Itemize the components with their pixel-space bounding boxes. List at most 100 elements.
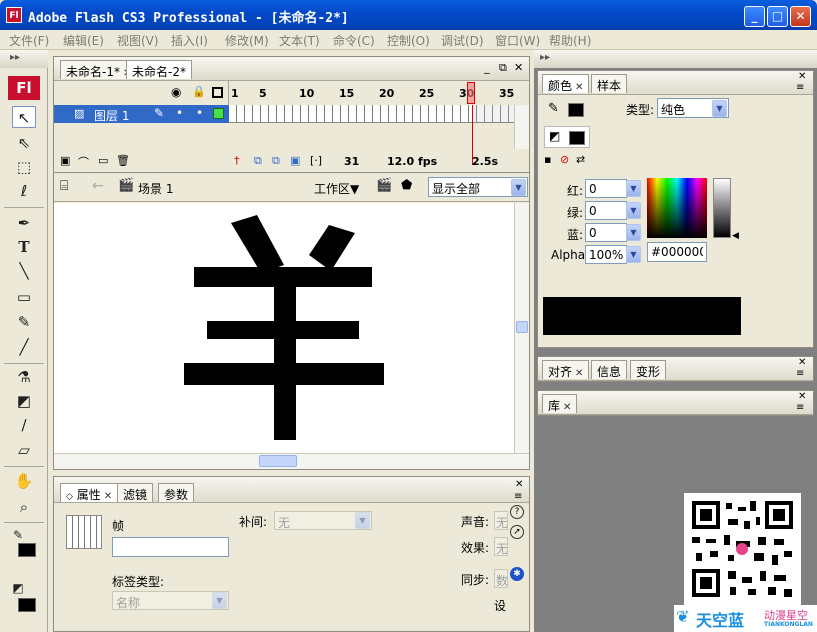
- frame-track[interactable]: [229, 105, 514, 165]
- label-type-select[interactable]: 名称 ▼: [112, 591, 229, 610]
- brush-tool-icon[interactable]: ╱: [12, 336, 36, 358]
- panel-menu-icon[interactable]: ≡: [796, 368, 804, 379]
- stroke-pencil-icon[interactable]: ✎: [548, 101, 559, 116]
- stroke-color-swatch[interactable]: [18, 543, 36, 557]
- menu-control[interactable]: 控制(O): [387, 32, 430, 49]
- green-input[interactable]: [585, 201, 627, 220]
- accessibility-icon[interactable]: ➚: [510, 525, 524, 539]
- dropdown-arrow-icon[interactable]: ▼: [511, 179, 526, 196]
- selection-tool-icon[interactable]: ↖: [12, 106, 36, 128]
- settings-label[interactable]: 设: [494, 597, 506, 614]
- text-tool-icon[interactable]: T: [12, 236, 36, 258]
- panel-menu-icon[interactable]: ≡: [796, 82, 804, 93]
- edit-multiple-frames-icon[interactable]: ▣: [290, 154, 300, 167]
- no-color-icon[interactable]: ⊘: [560, 153, 569, 166]
- vscroll-thumb[interactable]: [516, 321, 528, 333]
- edit-scene-icon[interactable]: 🎬: [376, 178, 392, 193]
- add-layer-icon[interactable]: ▣: [60, 154, 70, 167]
- dropdown-arrow-icon[interactable]: ▼: [355, 512, 370, 529]
- edit-symbol-icon[interactable]: ⬟: [401, 178, 412, 193]
- outline-color-swatch[interactable]: [213, 108, 224, 119]
- tab-filters[interactable]: 滤镜: [117, 483, 154, 502]
- tab-info[interactable]: 信息: [591, 360, 628, 379]
- tab-document-2[interactable]: 未命名-2*: [126, 60, 192, 79]
- green-dropdown-icon[interactable]: ▼: [626, 202, 641, 219]
- rectangle-tool-icon[interactable]: ▭: [12, 286, 36, 308]
- paint-bucket-tool-icon[interactable]: ◩: [12, 390, 36, 412]
- panel-close-icon[interactable]: ✕: [798, 357, 806, 368]
- brightness-arrow-icon[interactable]: ◀: [732, 231, 739, 241]
- workspace-menu[interactable]: 工作区▼: [314, 180, 359, 197]
- tab-transform[interactable]: 变形: [630, 360, 667, 379]
- eye-icon[interactable]: ◉: [171, 85, 181, 99]
- eyedropper-tool-icon[interactable]: ∕: [12, 414, 36, 436]
- dropdown-arrow-icon[interactable]: ▼: [712, 100, 727, 117]
- zoom-tool-icon[interactable]: ⌕: [12, 496, 36, 518]
- brightness-slider[interactable]: [713, 178, 731, 238]
- tab-properties[interactable]: ◇ 属性 ✕: [60, 483, 119, 502]
- sound-select[interactable]: 无: [494, 511, 508, 530]
- collapse-grip-icon[interactable]: ▸▸: [10, 52, 20, 63]
- playhead[interactable]: [467, 82, 475, 104]
- timeline-toggle-icon[interactable]: ⌸: [60, 178, 68, 194]
- stroke-color-swatch[interactable]: [568, 103, 584, 117]
- pen-tool-icon[interactable]: ✒: [12, 212, 36, 234]
- red-input[interactable]: [585, 179, 627, 198]
- tab-close-icon[interactable]: ✕: [575, 368, 583, 379]
- tab-close-icon[interactable]: ✕: [104, 491, 112, 502]
- fill-color-swatch[interactable]: [18, 598, 36, 612]
- menu-text[interactable]: 文本(T): [279, 32, 320, 49]
- modify-onion-markers-icon[interactable]: [·]: [310, 154, 322, 167]
- hex-input[interactable]: [647, 242, 707, 262]
- fill-toggle[interactable]: ◩: [544, 126, 590, 148]
- panel-menu-icon[interactable]: ≡: [514, 491, 522, 502]
- eraser-tool-icon[interactable]: ▱: [12, 439, 36, 461]
- menu-file[interactable]: 文件(F): [9, 32, 49, 49]
- tab-close-icon[interactable]: ✕: [575, 82, 583, 93]
- outline-icon[interactable]: [212, 87, 223, 98]
- hand-tool-icon[interactable]: ✋: [12, 470, 36, 492]
- sync-select[interactable]: 数: [494, 569, 508, 588]
- tab-library[interactable]: 库 ✕: [542, 394, 578, 413]
- alpha-dropdown-icon[interactable]: ▼: [626, 246, 641, 263]
- black-white-icon[interactable]: ▪: [544, 153, 551, 166]
- stage-vscrollbar[interactable]: [514, 203, 529, 453]
- menu-insert[interactable]: 插入(I): [171, 32, 208, 49]
- menu-window[interactable]: 窗口(W): [495, 32, 540, 49]
- frame-ruler[interactable]: 1 5 10 15 20 25 30 35: [229, 81, 514, 105]
- zoom-select[interactable]: 显示全部 ▼: [428, 177, 528, 197]
- maximize-button[interactable]: □: [767, 6, 788, 27]
- close-button[interactable]: ✕: [790, 6, 811, 27]
- doc-restore-icon[interactable]: ⧉: [499, 61, 507, 75]
- layer-row[interactable]: ▨ 图层 1 ✎ • •: [54, 105, 229, 123]
- collapse-grip-icon[interactable]: ▸▸: [540, 52, 550, 63]
- help-icon[interactable]: ?: [510, 505, 524, 519]
- doc-close-icon[interactable]: ✕: [514, 61, 523, 74]
- fill-color-swatch[interactable]: [569, 131, 585, 145]
- visibility-dot-icon[interactable]: •: [176, 106, 183, 120]
- stage[interactable]: 羊: [54, 203, 514, 453]
- onion-outline-icon[interactable]: ⧉: [272, 154, 280, 168]
- alpha-input[interactable]: [585, 245, 627, 264]
- panel-close-icon[interactable]: ✕: [798, 391, 806, 402]
- swap-colors-icon[interactable]: ⇄: [576, 153, 585, 166]
- effect-select[interactable]: 无: [494, 537, 508, 556]
- delete-layer-icon[interactable]: 🗑: [116, 154, 130, 167]
- tab-close-icon[interactable]: ✕: [563, 402, 571, 413]
- menu-edit[interactable]: 编辑(E): [63, 32, 104, 49]
- blue-input[interactable]: [585, 223, 627, 242]
- panel-menu-icon[interactable]: ≡: [796, 402, 804, 413]
- hscroll-thumb[interactable]: [259, 455, 297, 467]
- tween-select[interactable]: 无 ▼: [274, 511, 372, 530]
- collapse-arrow-icon[interactable]: ◇: [66, 492, 73, 502]
- fill-color-icon[interactable]: ◩: [6, 577, 30, 599]
- tab-align[interactable]: 对齐 ✕: [542, 360, 590, 379]
- tab-parameters[interactable]: 参数: [158, 483, 195, 502]
- onion-skin-icon[interactable]: ⧉: [254, 154, 262, 168]
- minimize-button[interactable]: _: [744, 6, 765, 27]
- lock-icon[interactable]: 🔒: [192, 85, 206, 98]
- panel-close-icon[interactable]: ✕: [798, 71, 806, 82]
- lasso-tool-icon[interactable]: ℓ: [12, 180, 36, 202]
- back-arrow-icon[interactable]: ←: [92, 178, 104, 194]
- doc-minimize-icon[interactable]: _: [484, 61, 490, 74]
